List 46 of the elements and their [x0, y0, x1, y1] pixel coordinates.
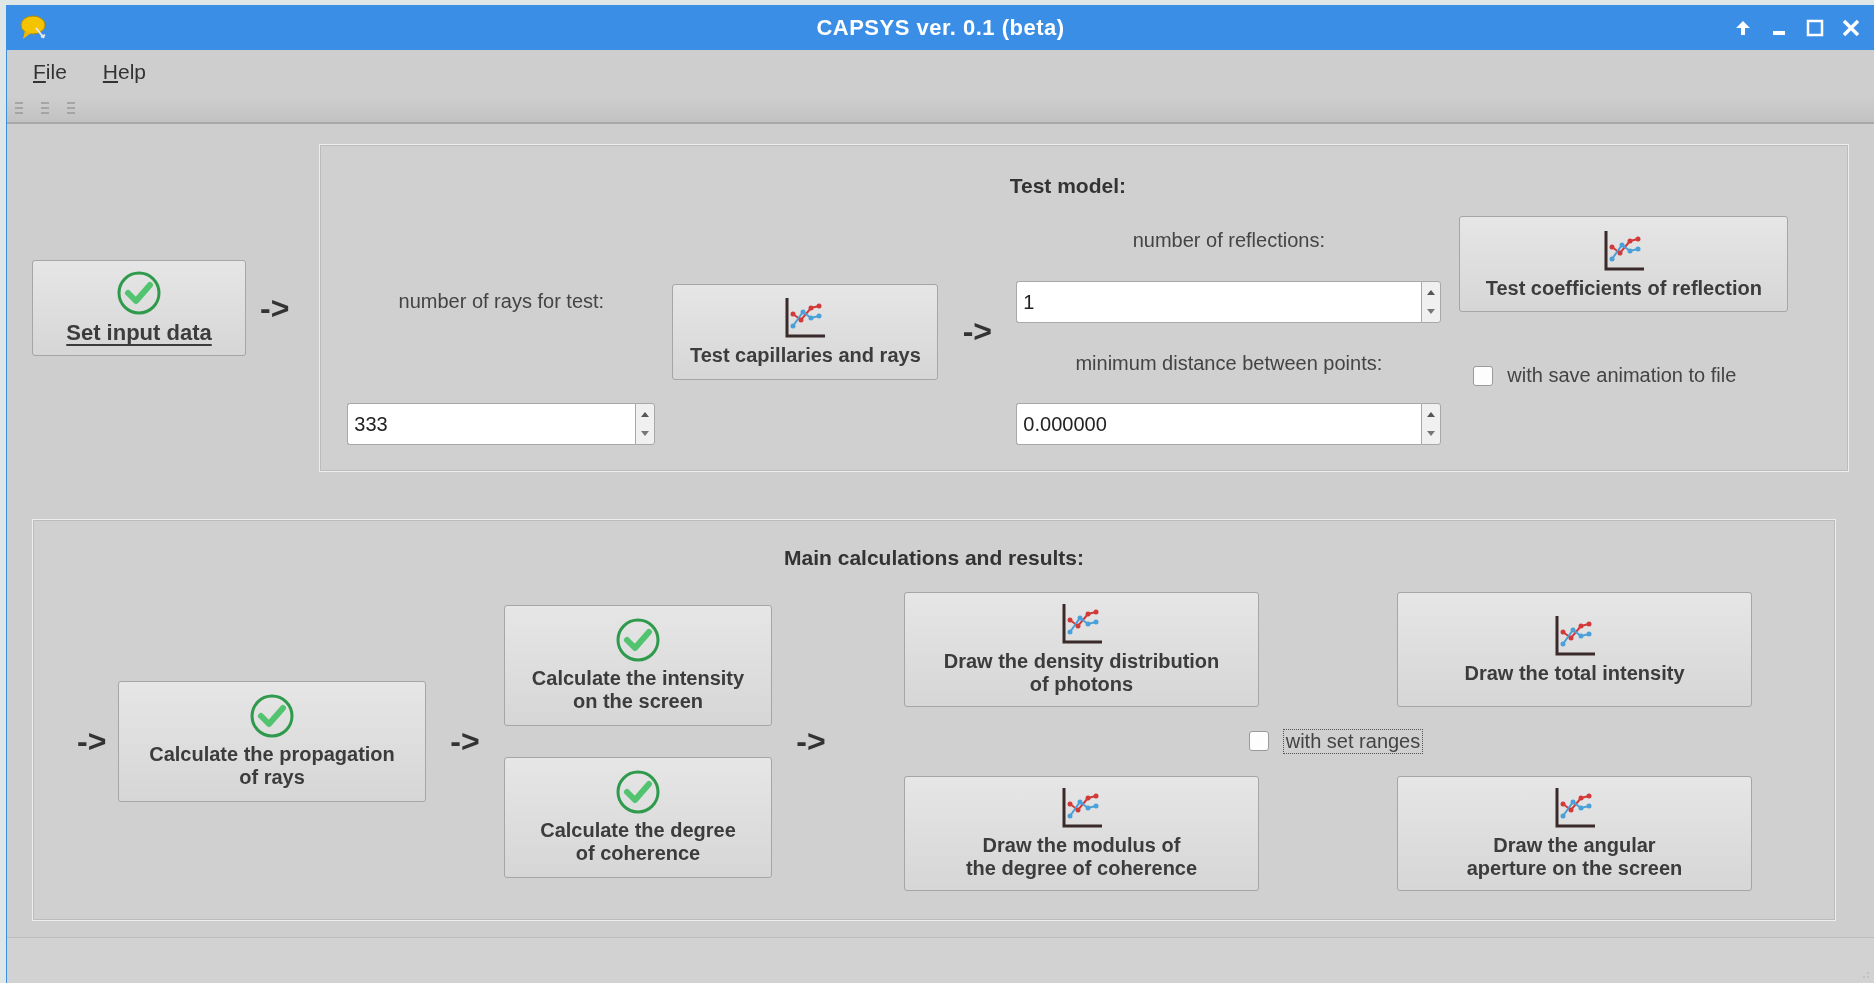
toolbar-grip-icon[interactable]: [15, 101, 23, 115]
spin-buttons[interactable]: [1421, 281, 1442, 323]
spin-up-icon[interactable]: [1427, 289, 1436, 295]
spin-down-icon[interactable]: [1427, 309, 1436, 315]
calculate-intensity-button[interactable]: Calculate the intensity on the screen: [504, 604, 772, 726]
spin-field[interactable]: 333: [347, 403, 636, 445]
arrow: ->: [962, 313, 992, 350]
draw-button[interactable]: Draw the density distribution of photons: [904, 591, 1259, 707]
menu-item[interactable]: File: [33, 60, 67, 84]
checkbox[interactable]: [1473, 365, 1494, 386]
spin-field[interactable]: 0.000000: [1016, 403, 1422, 445]
arrow: ->: [260, 289, 290, 327]
group-title: Main calculations and results:: [783, 546, 1085, 570]
arrow: ->: [795, 722, 827, 760]
draw-button[interactable]: Draw the total intensity: [1397, 591, 1752, 707]
field-label: number of rays for test:: [398, 289, 605, 313]
test-capillaries-button[interactable]: Test capillaries and rays: [672, 283, 939, 380]
field-label: minimum distance between points:: [1075, 351, 1383, 375]
toolbar-grip-icon[interactable]: [67, 101, 75, 115]
maximize-icon[interactable]: [1806, 18, 1824, 37]
close-icon[interactable]: [1842, 18, 1860, 37]
arrow: ->: [449, 722, 481, 760]
checkbox-label[interactable]: with save animation to file: [1507, 364, 1737, 387]
checkbox[interactable]: [1248, 731, 1269, 751]
field-label: number of reflections:: [1132, 228, 1325, 252]
checkbox-label[interactable]: with set ranges: [1282, 728, 1424, 754]
spin-buttons[interactable]: [635, 403, 656, 445]
draw-button[interactable]: Draw the modulus of the degree of coherence: [904, 775, 1259, 891]
spin-up-icon[interactable]: [1427, 411, 1436, 417]
window-title: CAPSYS ver. 0.1 (beta): [815, 14, 1066, 41]
toolbar-grip-icon[interactable]: [41, 101, 49, 115]
arrow: ->: [77, 722, 108, 760]
calculate-propagation-button[interactable]: Calculate the propagation of rays: [118, 680, 426, 802]
calculate-coherence-button[interactable]: Calculate the degree of coherence: [504, 756, 772, 878]
keep-above-icon[interactable]: [1734, 18, 1752, 37]
spin-buttons[interactable]: [1421, 403, 1442, 445]
group-title: Test model:: [1008, 174, 1127, 198]
menu-item[interactable]: Help: [102, 60, 147, 84]
test-coefficients-button[interactable]: Test coefficients of reflection: [1459, 216, 1789, 312]
set-input-data-button[interactable]: Set input data: [32, 260, 246, 356]
draw-button[interactable]: Draw the angular aperture on the screen: [1397, 775, 1752, 891]
spin-down-icon[interactable]: [1427, 431, 1436, 437]
spin-down-icon[interactable]: [641, 431, 650, 437]
spin-up-icon[interactable]: [641, 411, 650, 417]
chart-icon: [783, 296, 828, 340]
spin-field[interactable]: 1: [1016, 281, 1422, 323]
